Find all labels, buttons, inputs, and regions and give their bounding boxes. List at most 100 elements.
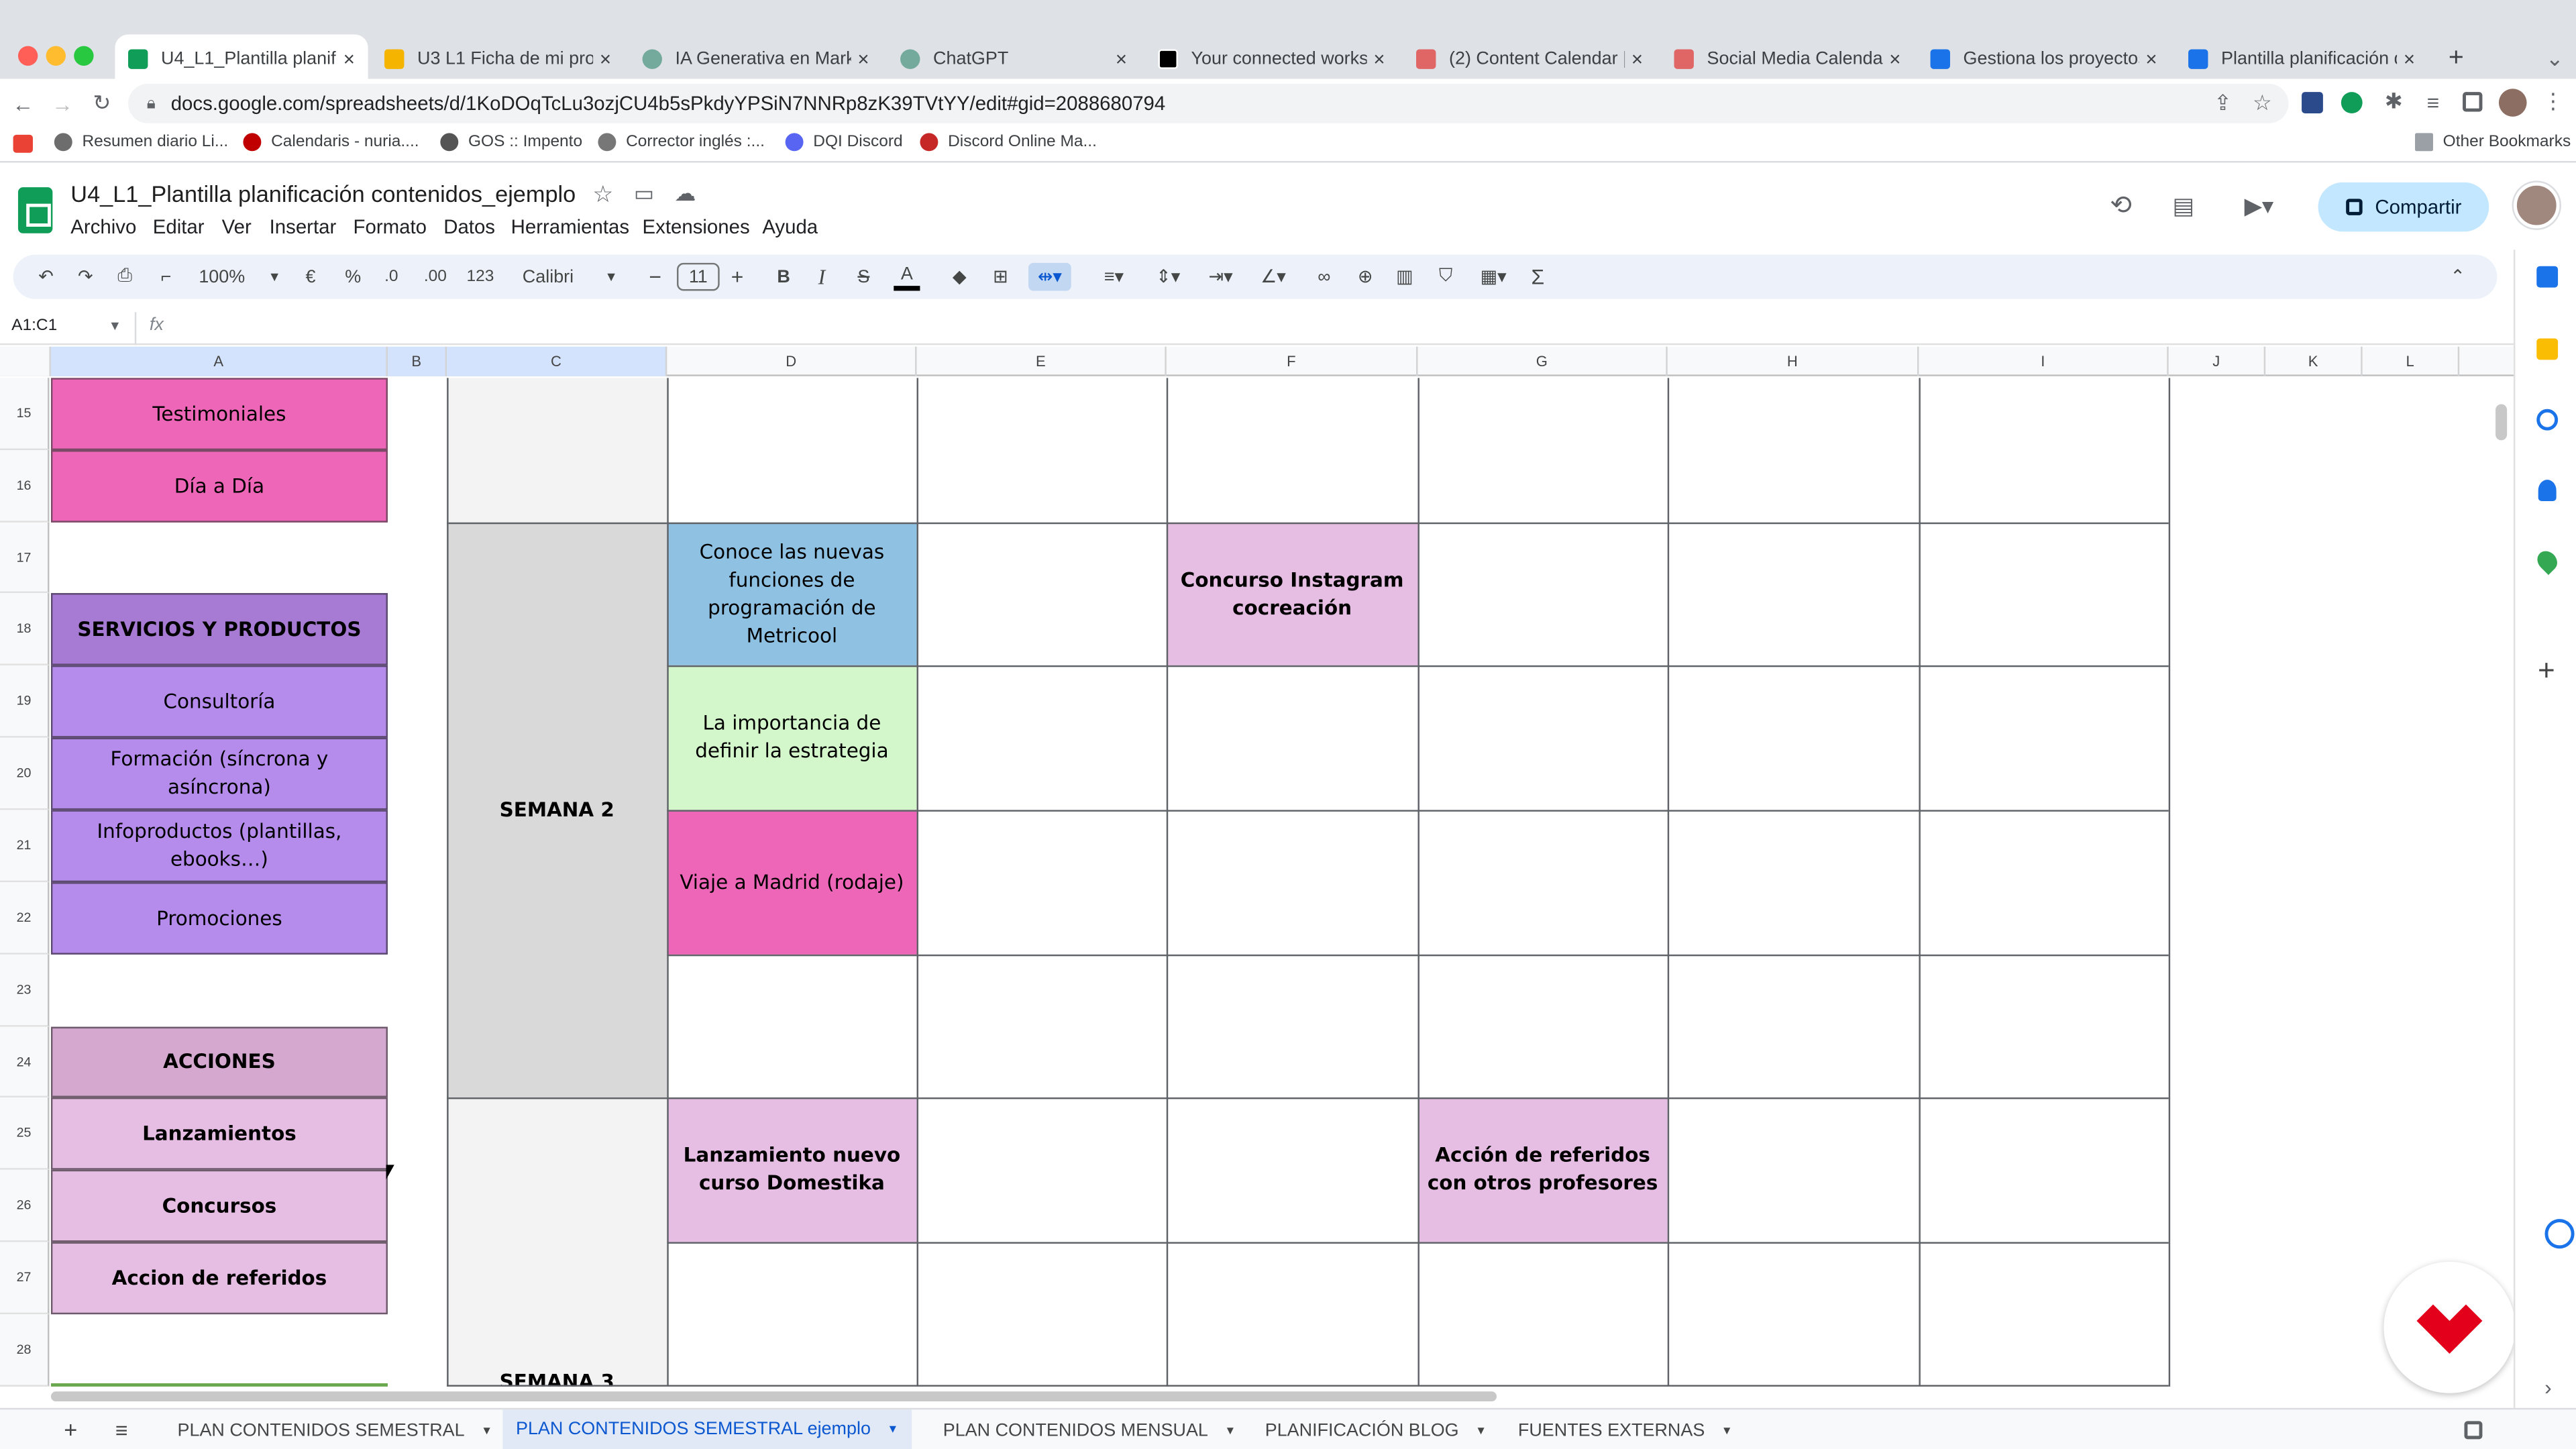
insert-chart-icon[interactable]: ▥ [1391, 263, 1417, 291]
close-tab-icon[interactable]: × [2145, 47, 2157, 70]
font-select[interactable]: Calibri ▼ [523, 263, 618, 291]
new-tab-button[interactable]: + [2440, 44, 2473, 74]
assistant-bubble-icon[interactable] [2544, 1219, 2575, 1249]
increase-decimals-button[interactable]: .00 [424, 263, 447, 291]
version-history-icon[interactable]: ⟲ [2104, 189, 2137, 222]
meet-video-icon[interactable]: ▶︎▾ [2233, 189, 2285, 222]
bookmark-item[interactable]: Discord Online Ma... [920, 133, 1097, 152]
close-tab-icon[interactable]: × [1116, 47, 1127, 70]
cell-semana-3[interactable]: SEMANA 3 [447, 1097, 667, 1387]
insert-link-icon[interactable]: ∞ [1311, 263, 1337, 291]
browser-tab-3[interactable]: ChatGPT × [887, 34, 1140, 82]
cell-a22[interactable]: Promociones [50, 882, 388, 955]
maps-app-icon[interactable] [2533, 547, 2561, 576]
other-bookmarks[interactable]: Other Bookmarks [2415, 133, 2571, 152]
increase-font-size-button[interactable]: + [731, 263, 744, 291]
cell-a27[interactable]: Accion de referidos [50, 1242, 388, 1315]
close-tab-icon[interactable]: × [857, 47, 869, 70]
cell-d19[interactable]: La importancia de definir la estrategia [667, 665, 917, 810]
browser-tab-8[interactable]: Plantilla planificación de × [2175, 34, 2428, 82]
window-minimize-button[interactable] [46, 46, 66, 66]
keep-app-icon[interactable] [2536, 338, 2559, 360]
cell-d25[interactable]: Lanzamiento nuevo curso Domestika [667, 1097, 917, 1242]
cell-a19[interactable]: Consultoría [50, 665, 388, 738]
browser-tab-7[interactable]: Gestiona los proyectos c × [1917, 34, 2170, 82]
column-header-h[interactable]: H [1668, 346, 1919, 376]
menu-insertar[interactable]: Insertar [270, 215, 337, 238]
name-box-dropdown-icon[interactable]: ▼ [109, 319, 121, 333]
formula-input[interactable] [177, 315, 2477, 341]
floating-badge[interactable] [2383, 1261, 2516, 1393]
bookmark-item[interactable]: GOS :: Impento [440, 133, 582, 152]
column-header-j[interactable]: J [2169, 346, 2266, 376]
strikethrough-button[interactable]: S [857, 263, 869, 291]
side-panel-icon[interactable] [2463, 92, 2483, 112]
decrease-decimals-button[interactable]: .0 [384, 263, 398, 291]
close-tab-icon[interactable]: × [343, 47, 355, 70]
sheet-tab-3[interactable]: PLANIFICACIÓN BLOG ▼ [1265, 1416, 1487, 1446]
undo-icon[interactable]: ↶ [33, 263, 59, 291]
menu-ayuda[interactable]: Ayuda [762, 215, 818, 238]
all-sheets-icon[interactable]: ≡ [109, 1416, 135, 1442]
cell-a18[interactable]: SERVICIOS Y PRODUCTOS [50, 593, 388, 665]
select-all-corner[interactable] [0, 346, 51, 376]
column-header-k[interactable]: K [2265, 346, 2363, 376]
insert-comment-icon[interactable]: ⊕ [1352, 263, 1379, 291]
share-button[interactable]: Compartir [2318, 182, 2489, 232]
menu-editar[interactable]: Editar [153, 215, 205, 238]
reading-list-icon[interactable]: ≡ [2420, 89, 2446, 115]
cell-a15[interactable]: Testimoniales [50, 378, 388, 451]
row-header-15[interactable]: 15 [0, 378, 50, 451]
bookmark-star-icon[interactable]: ☆ [2247, 89, 2277, 118]
cell-a20[interactable]: Formación (síncrona y asíncrona) [50, 737, 388, 810]
row-header-21[interactable]: 21 [0, 810, 50, 883]
italic-button[interactable]: I [818, 263, 826, 291]
menu-formato[interactable]: Formato [354, 215, 427, 238]
window-zoom-button[interactable] [74, 46, 94, 66]
menu-ver[interactable]: Ver [222, 215, 252, 238]
row-header-23[interactable]: 23 [0, 954, 50, 1027]
close-tab-icon[interactable]: × [1373, 47, 1385, 70]
spreadsheet-grid[interactable]: SEMANA 2 SEMANA 3 Testimoniales Día a Dí… [50, 378, 2514, 1387]
row-header-24[interactable]: 24 [0, 1026, 50, 1097]
menu-extensiones[interactable]: Extensiones [643, 215, 750, 238]
vertical-scrollbar-thumb[interactable] [2496, 404, 2508, 441]
sheet-tab-0[interactable]: PLAN CONTENIDOS SEMESTRAL ▼ [177, 1416, 492, 1446]
column-header-i[interactable]: I [1919, 346, 2169, 376]
name-box[interactable]: A1:C1 [11, 317, 57, 335]
sheet-tab-1[interactable]: PLAN CONTENIDOS SEMESTRAL ejemplo ▼ [502, 1409, 912, 1449]
currency-format-button[interactable]: € [306, 263, 316, 291]
row-header-20[interactable]: 20 [0, 737, 50, 810]
browser-menu-icon[interactable]: ⋮ [2542, 89, 2565, 115]
sheets-logo-icon[interactable] [17, 187, 53, 233]
browser-tab-1[interactable]: U3 L1 Ficha de mi proye × [371, 34, 624, 82]
cell-a16[interactable]: Día a Día [50, 450, 388, 523]
menu-herramientas[interactable]: Herramientas [511, 215, 629, 238]
filter-icon[interactable]: ⛉ [1433, 263, 1459, 291]
row-header-22[interactable]: 22 [0, 882, 50, 955]
tasks-app-icon[interactable] [2536, 409, 2559, 431]
paint-format-icon[interactable]: ⌐ [153, 263, 179, 291]
text-color-button[interactable]: A [894, 263, 920, 291]
cell-d17[interactable]: Conoce las nuevas funciones de programac… [667, 522, 917, 665]
cell-a21[interactable]: Infoproductos (plantillas, ebooks…) [50, 810, 388, 883]
sheet-tab-4[interactable]: FUENTES EXTERNAS ▼ [1518, 1416, 1733, 1446]
cell-c15-c16[interactable] [447, 378, 667, 523]
browser-tab-4[interactable]: Your connected workspa × [1145, 34, 1398, 82]
explore-icon[interactable] [2464, 1421, 2483, 1440]
add-app-icon[interactable]: + [2533, 653, 2559, 686]
horizontal-scrollbar-thumb[interactable] [50, 1391, 1497, 1401]
column-header-c[interactable]: C [447, 346, 667, 376]
close-tab-icon[interactable]: × [1889, 47, 1900, 70]
collapse-toolbar-icon[interactable]: ⌃ [2445, 263, 2471, 291]
vertical-align-icon[interactable]: ⇕▾ [1146, 263, 1189, 291]
comments-icon[interactable]: ▤ [2167, 189, 2200, 222]
back-arrow-icon[interactable]: ← [8, 89, 38, 118]
browser-tab-0[interactable]: U4_L1_Plantilla planifica × [115, 34, 368, 83]
horizontal-align-icon[interactable]: ≡▾ [1093, 263, 1136, 291]
more-formats-button[interactable]: 123 [467, 263, 494, 291]
forward-arrow-icon[interactable]: → [48, 89, 77, 118]
fill-color-icon[interactable]: ◆ [947, 263, 973, 291]
address-bar[interactable]: 🔒︎ docs.google.com/spreadsheets/d/1KoDOq… [128, 83, 2289, 123]
column-header-b[interactable]: B [387, 346, 447, 376]
